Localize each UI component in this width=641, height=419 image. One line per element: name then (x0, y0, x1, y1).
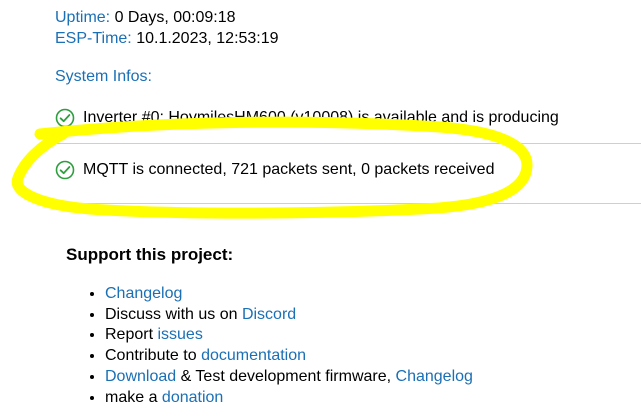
list-item: Report issues (105, 325, 473, 346)
uptime-block: Uptime: 0 Days, 00:09:18 ESP-Time: 10.1.… (55, 7, 279, 49)
download-link[interactable]: Download (105, 368, 176, 385)
system-infos-title: System Infos: (55, 68, 152, 85)
list-item: make a donation (105, 388, 473, 409)
contribute-text: Contribute to (105, 347, 202, 365)
check-circle-icon (55, 108, 75, 128)
support-title: Support this project: (66, 245, 234, 264)
discuss-text: Discuss with us on (105, 305, 242, 323)
divider (55, 203, 641, 204)
mqtt-status-text: MQTT is connected, 721 packets sent, 0 p… (83, 161, 495, 178)
divider (55, 143, 641, 144)
list-item: Changelog (105, 284, 473, 305)
issues-link[interactable]: issues (157, 326, 202, 343)
uptime-value: 0 Days, 00:09:18 (110, 9, 236, 26)
list-item: Contribute to documentation (105, 346, 473, 367)
esp-time-value: 10.1.2023, 12:53:19 (131, 30, 279, 47)
documentation-link[interactable]: documentation (201, 347, 306, 364)
donation-link[interactable]: donation (162, 389, 223, 406)
changelog-link[interactable]: Changelog (105, 285, 182, 302)
list-item: Download & Test development firmware, Ch… (105, 367, 473, 388)
uptime-label: Uptime: (55, 9, 111, 26)
test-dev-text: & Test development firmware, (176, 367, 396, 385)
check-circle-icon (55, 160, 75, 180)
inverter-status-row: Inverter #0: HoymilesHM600 (v10008) is a… (55, 108, 559, 128)
inverter-status-text: Inverter #0: HoymilesHM600 (v10008) is a… (83, 109, 559, 126)
report-text: Report (105, 326, 158, 344)
support-list: Changelog Discuss with us on Discord Rep… (66, 284, 473, 408)
donation-text: make a (105, 388, 162, 406)
uptime-line: Uptime: 0 Days, 00:09:18 (55, 7, 279, 28)
esp-time-line: ESP-Time: 10.1.2023, 12:53:19 (55, 28, 279, 49)
esp-time-label: ESP-Time: (55, 30, 132, 47)
mqtt-status-row: MQTT is connected, 721 packets sent, 0 p… (55, 160, 494, 180)
list-item: Discuss with us on Discord (105, 305, 473, 326)
discord-link[interactable]: Discord (242, 306, 296, 323)
dev-changelog-link[interactable]: Changelog (396, 368, 473, 385)
